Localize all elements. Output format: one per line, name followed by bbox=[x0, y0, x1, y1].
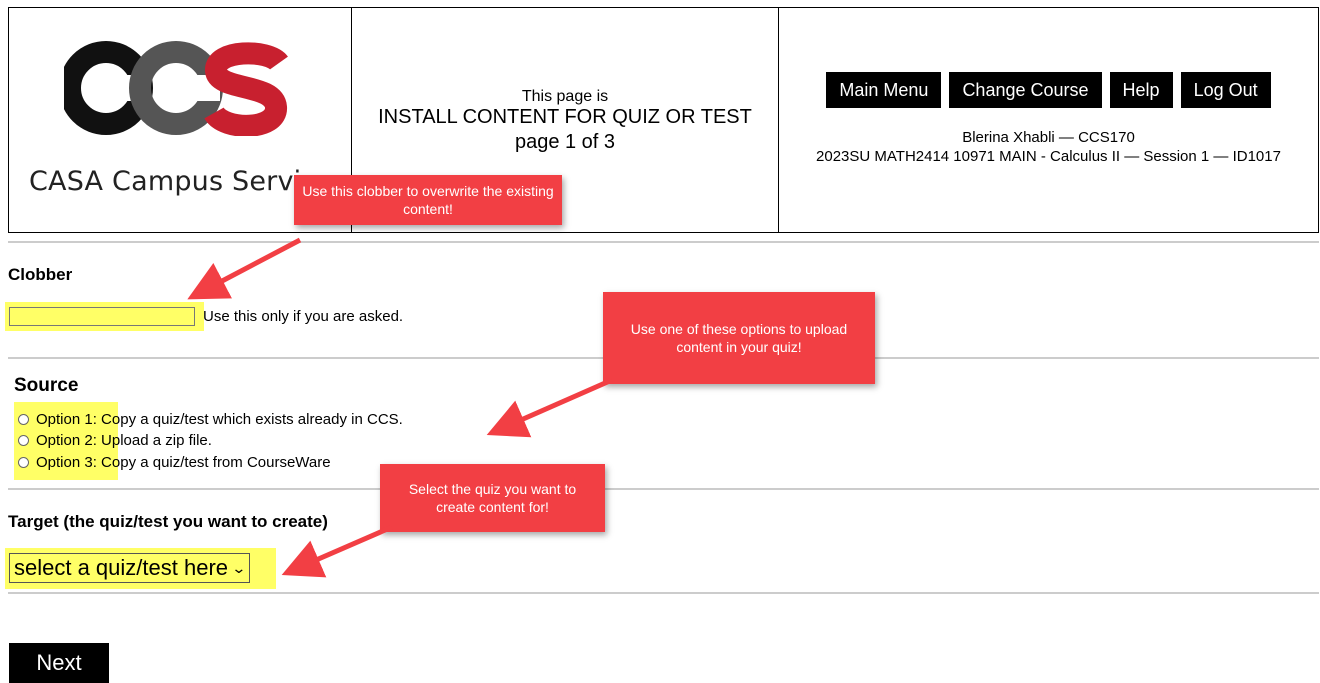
user-info: Blerina Xhabli — CCS170 bbox=[962, 129, 1135, 146]
option-text: Upload a zip file. bbox=[101, 432, 212, 449]
title-intro: This page is bbox=[521, 88, 609, 105]
page-title: INSTALL CONTENT FOR QUIZ OR TEST bbox=[378, 106, 752, 128]
page-header: CASA Campus Servi This page is INSTALL C… bbox=[8, 7, 1319, 233]
clobber-heading: Clobber bbox=[8, 265, 73, 284]
source-option-1[interactable]: Option 1: Copy a quiz/test which exists … bbox=[18, 411, 403, 428]
source-option-2[interactable]: Option 2: Upload a zip file. bbox=[18, 432, 212, 449]
radio-button[interactable] bbox=[18, 457, 29, 468]
course-info: 2023SU MATH2414 10971 MAIN - Calculus II… bbox=[816, 148, 1281, 165]
page-indicator: page 1 of 3 bbox=[514, 131, 616, 153]
source-option-3[interactable]: Option 3: Copy a quiz/test from CourseWa… bbox=[18, 454, 331, 471]
target-heading: Target (the quiz/test you want to create… bbox=[8, 512, 328, 531]
nav-buttons: Main Menu Change Course Help Log Out bbox=[779, 72, 1318, 108]
clobber-input[interactable] bbox=[9, 307, 195, 326]
ccs-logo bbox=[64, 41, 288, 136]
change-course-button[interactable]: Change Course bbox=[949, 72, 1102, 108]
divider bbox=[8, 241, 1319, 243]
help-button[interactable]: Help bbox=[1109, 72, 1173, 108]
callout-source: Use one of these options to upload conte… bbox=[603, 292, 875, 384]
next-button[interactable]: Next bbox=[9, 643, 109, 683]
option-label: Option 1: bbox=[36, 411, 97, 428]
arrow-clobber bbox=[187, 237, 302, 300]
clobber-note: Use this only if you are asked. bbox=[203, 308, 404, 325]
radio-button[interactable] bbox=[18, 435, 29, 446]
arrow-target bbox=[281, 524, 393, 578]
nav-cell: Main Menu Change Course Help Log Out Ble… bbox=[779, 8, 1318, 232]
main-menu-button[interactable]: Main Menu bbox=[826, 72, 942, 108]
callout-target: Select the quiz you want to create conte… bbox=[380, 464, 605, 532]
select-value: select a quiz/test here bbox=[14, 555, 229, 580]
log-out-button[interactable]: Log Out bbox=[1180, 72, 1271, 108]
callout-clobber: Use this clobber to overwrite the existi… bbox=[294, 175, 562, 225]
arrow-source bbox=[486, 377, 614, 438]
option-label: Option 3: bbox=[36, 454, 97, 471]
quiz-select[interactable]: select a quiz/test here ⌄ bbox=[9, 553, 250, 583]
chevron-down-icon: ⌄ bbox=[231, 559, 247, 576]
divider bbox=[8, 488, 1319, 490]
option-text: Copy a quiz/test which exists already in… bbox=[101, 411, 403, 428]
option-label: Option 2: bbox=[36, 432, 97, 449]
divider bbox=[8, 592, 1319, 594]
source-heading: Source bbox=[14, 375, 79, 396]
radio-button[interactable] bbox=[18, 414, 29, 425]
option-text: Copy a quiz/test from CourseWare bbox=[101, 454, 331, 471]
brand-name: CASA Campus Servi bbox=[29, 166, 302, 197]
